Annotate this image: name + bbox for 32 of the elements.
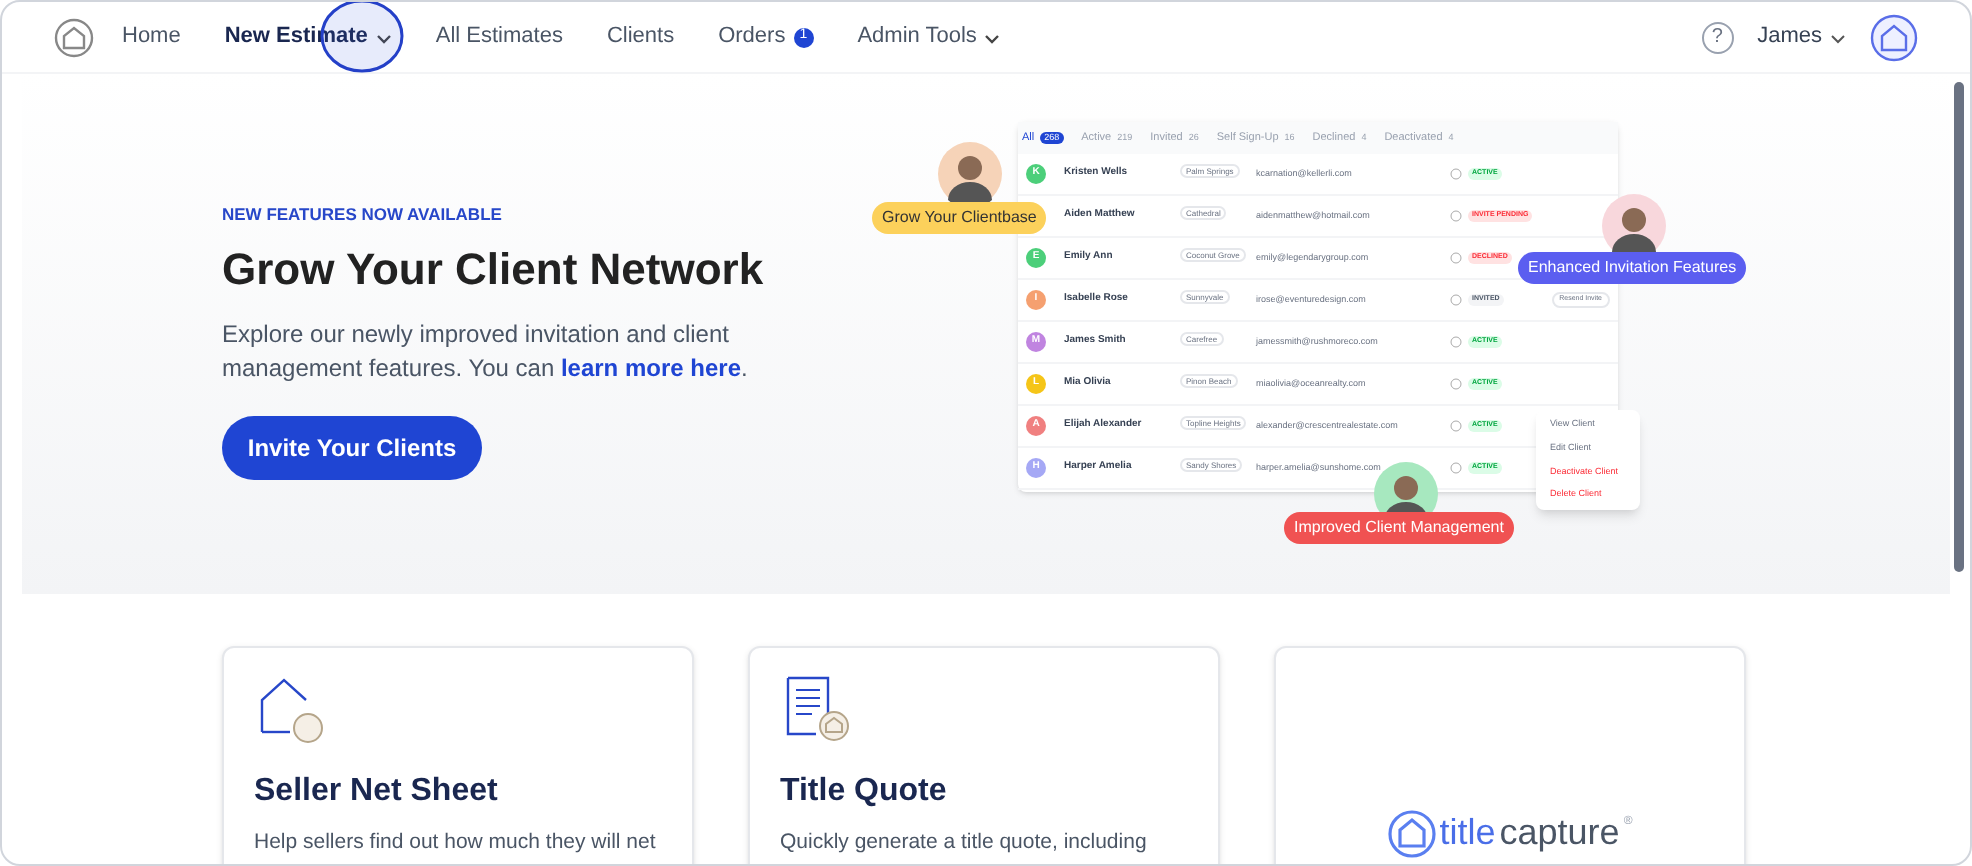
scrollbar[interactable] <box>1954 82 1964 572</box>
info-icon <box>1450 336 1462 348</box>
info-icon <box>1450 294 1462 306</box>
invite-clients-button[interactable]: Invite Your Clients <box>222 415 482 480</box>
info-icon <box>1450 420 1462 432</box>
eyebrow-text: NEW FEATURES NOW AVAILABLE <box>222 202 504 228</box>
info-icon <box>1450 168 1462 180</box>
learn-more-link[interactable]: learn more here <box>560 353 741 382</box>
nav-link[interactable]: Clients <box>606 20 675 54</box>
card-description: Quickly generate a title quote, including <box>780 828 1149 858</box>
hero-description: Explore our newly improved invitation and client management features. You can learn more here. <box>222 317 750 386</box>
avatar-icon[interactable] <box>1870 13 1918 61</box>
card-title: Seller Net Sheet <box>254 772 500 812</box>
chevron-icon <box>1830 29 1846 45</box>
callout-label: Enhanced Invitation Features <box>1518 252 1747 284</box>
nav-link[interactable]: Home <box>122 20 181 54</box>
nav-link[interactable]: Admin Tools <box>857 20 1001 54</box>
nav-link[interactable]: All Estimates <box>435 20 563 54</box>
help-button[interactable]: ? <box>1701 21 1734 53</box>
callout-label: Improved Client Management <box>1284 512 1514 544</box>
card[interactable]: Seller Net Sheet Help sellers find out how much they will net <box>222 646 694 864</box>
card[interactable]: Title Quote Quickly generate a title quote, including <box>748 646 1220 864</box>
callout-label: Grow Your Clientbase <box>872 202 1047 234</box>
hero-title: Grow Your Client Network <box>222 241 766 298</box>
info-icon <box>1450 210 1462 222</box>
info-icon <box>1450 252 1462 264</box>
card-description: Help sellers find out how much they will net <box>254 828 658 858</box>
user-menu[interactable]: James <box>1757 20 1846 54</box>
home-logo-icon[interactable] <box>54 17 94 57</box>
info-icon <box>1450 462 1462 474</box>
info-icon <box>1450 378 1462 390</box>
card-title: Title Quote <box>780 772 949 812</box>
